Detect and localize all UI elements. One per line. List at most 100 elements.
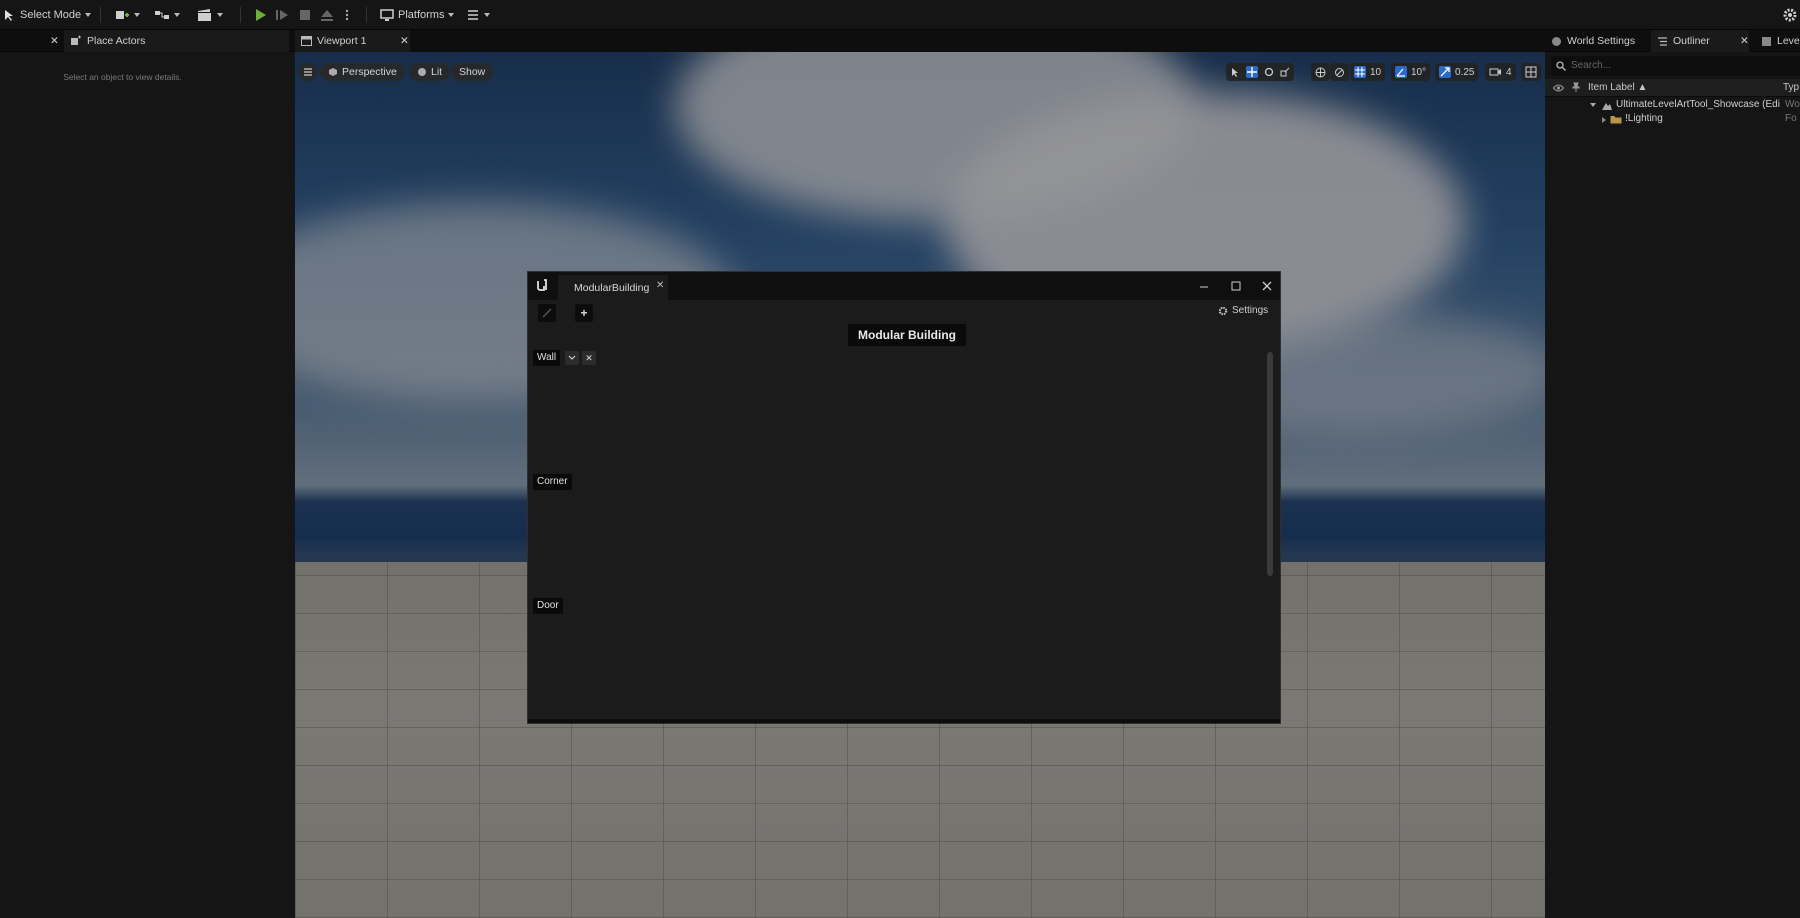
tab-level[interactable]: Level bbox=[1755, 30, 1800, 52]
row-type: Fo bbox=[1785, 113, 1797, 124]
category-door[interactable]: Door bbox=[533, 598, 563, 614]
tab-place-actors[interactable]: Place Actors bbox=[64, 30, 289, 52]
transform-tools bbox=[1226, 63, 1294, 81]
advance-frame-button[interactable] bbox=[275, 5, 289, 25]
lit-button[interactable]: Lit bbox=[409, 63, 451, 81]
rotate-tool-icon[interactable] bbox=[1264, 67, 1274, 77]
select-mode-label: Select Mode bbox=[20, 9, 82, 21]
chevron-right-icon[interactable] bbox=[1601, 116, 1607, 124]
settings-icon bbox=[1783, 8, 1797, 22]
scale-snap-control[interactable]: 0.25 bbox=[1435, 63, 1479, 81]
main-menu-button[interactable] bbox=[466, 5, 490, 25]
play-options-button[interactable] bbox=[344, 5, 350, 25]
chevron-down-icon bbox=[448, 13, 455, 17]
brush-icon[interactable] bbox=[538, 304, 556, 322]
perspective-label: Perspective bbox=[342, 66, 397, 78]
add-actor-button[interactable] bbox=[114, 5, 140, 25]
tab-modularbuilding[interactable]: ModularBuilding bbox=[558, 275, 668, 300]
category-corner[interactable]: Corner bbox=[533, 474, 572, 490]
search-placeholder: Search... bbox=[1571, 60, 1612, 71]
stop-button[interactable] bbox=[298, 5, 312, 25]
scrollbar[interactable] bbox=[1267, 352, 1273, 576]
row-label: !Lighting bbox=[1625, 113, 1663, 124]
tab-world-settings[interactable]: World Settings bbox=[1545, 30, 1641, 52]
surface-snap-icon bbox=[1335, 67, 1344, 77]
show-label: Show bbox=[459, 66, 486, 78]
rotation-snap-value: 10° bbox=[1411, 66, 1427, 78]
type-column[interactable]: Typ bbox=[1783, 82, 1799, 93]
modular-building-window: ModularBuilding ✕ + Settings Modular Bui… bbox=[527, 271, 1281, 724]
select-mode-icon bbox=[5, 10, 13, 21]
blueprint-button[interactable] bbox=[154, 5, 180, 25]
rotation-snap-control[interactable]: 10° bbox=[1391, 63, 1431, 81]
folder-icon bbox=[1610, 116, 1622, 124]
row-type: Wo bbox=[1785, 99, 1800, 110]
eject-button[interactable] bbox=[320, 5, 334, 25]
select-mode-dropdown[interactable]: Select Mode bbox=[2, 5, 92, 25]
layout-icon bbox=[1525, 66, 1537, 78]
tab-viewport-1[interactable]: Viewport 1 bbox=[295, 30, 410, 52]
details-hint: Select an object to view details. bbox=[63, 72, 182, 82]
grid-snap-control[interactable]: 10 bbox=[1350, 63, 1386, 81]
minimize-icon[interactable] bbox=[1196, 278, 1212, 294]
play-button[interactable] bbox=[253, 5, 267, 25]
platforms-dropdown[interactable]: Platforms bbox=[380, 5, 455, 25]
level-icon bbox=[1762, 36, 1771, 46]
remove-category-icon[interactable]: ✕ bbox=[582, 351, 596, 365]
tab-label: Outliner bbox=[1673, 35, 1710, 47]
maximize-icon[interactable] bbox=[1228, 278, 1244, 294]
window-bottom-edge bbox=[528, 719, 1280, 723]
stop-icon bbox=[300, 10, 310, 20]
surface-snap-toggle[interactable] bbox=[1330, 63, 1349, 81]
outliner-row[interactable]: UltimateLevelArtTool_Showcase (Editc Wo bbox=[1545, 98, 1800, 113]
perspective-button[interactable]: Perspective bbox=[320, 63, 405, 81]
eye-icon[interactable] bbox=[1553, 83, 1564, 93]
add-category-button[interactable]: + bbox=[575, 304, 593, 322]
platforms-icon bbox=[380, 9, 394, 21]
scale-snap-value: 0.25 bbox=[1455, 66, 1475, 78]
chevron-down-icon[interactable] bbox=[1589, 102, 1597, 109]
tab-label: Place Actors bbox=[87, 35, 146, 47]
tab-label: Viewport 1 bbox=[317, 35, 367, 47]
outliner-panel: World Settings Outliner ✕ Level Search..… bbox=[1545, 30, 1800, 918]
tab-label: World Settings bbox=[1567, 35, 1636, 47]
outliner-search-input[interactable]: Search... bbox=[1551, 56, 1800, 76]
chevron-down-icon bbox=[217, 13, 223, 17]
layout-button[interactable] bbox=[1521, 63, 1541, 81]
right-tabbar: World Settings Outliner ✕ Level bbox=[1545, 30, 1800, 52]
translate-tool-icon[interactable] bbox=[1246, 66, 1258, 78]
viewport-icon bbox=[301, 36, 312, 46]
show-button[interactable]: Show bbox=[451, 63, 494, 81]
platforms-label: Platforms bbox=[398, 9, 445, 21]
select-tool-icon[interactable] bbox=[1230, 67, 1240, 77]
level-icon bbox=[1602, 103, 1612, 110]
chevron-down-icon bbox=[85, 13, 92, 17]
category-wall[interactable]: Wall bbox=[533, 350, 561, 366]
world-local-toggle[interactable] bbox=[1311, 63, 1330, 81]
item-label-column[interactable]: Item Label ▲ bbox=[1588, 82, 1647, 93]
grid-icon bbox=[1354, 66, 1366, 78]
pin-icon[interactable] bbox=[1571, 82, 1581, 93]
scale-snap-icon bbox=[1439, 66, 1451, 78]
chevron-down-icon bbox=[484, 13, 490, 17]
close-icon[interactable]: ✕ bbox=[656, 280, 664, 291]
close-window-icon[interactable] bbox=[1259, 278, 1275, 294]
settings-button[interactable]: Settings bbox=[1218, 305, 1268, 316]
chevron-down-icon bbox=[134, 13, 140, 17]
close-icon[interactable]: ✕ bbox=[1734, 30, 1755, 52]
add-actor-icon bbox=[116, 11, 129, 19]
close-icon[interactable]: ✕ bbox=[44, 30, 65, 52]
unreal-logo-icon bbox=[534, 277, 550, 293]
camera-speed-control[interactable]: 4 bbox=[1485, 63, 1516, 81]
close-icon[interactable]: ✕ bbox=[394, 30, 415, 52]
viewport-menu-button[interactable] bbox=[298, 63, 318, 81]
outliner-row[interactable]: !Lighting Fo bbox=[1545, 112, 1800, 127]
window-titlebar[interactable]: ModularBuilding ✕ bbox=[528, 272, 1280, 300]
cinematics-button[interactable] bbox=[197, 5, 223, 25]
grid-snap-value: 10 bbox=[1370, 66, 1382, 78]
settings-button[interactable] bbox=[1782, 5, 1798, 25]
globe-icon bbox=[1315, 67, 1326, 77]
camera-speed-value: 4 bbox=[1506, 66, 1512, 78]
scale-tool-icon[interactable] bbox=[1280, 67, 1290, 77]
chevron-down-icon[interactable] bbox=[565, 351, 579, 365]
